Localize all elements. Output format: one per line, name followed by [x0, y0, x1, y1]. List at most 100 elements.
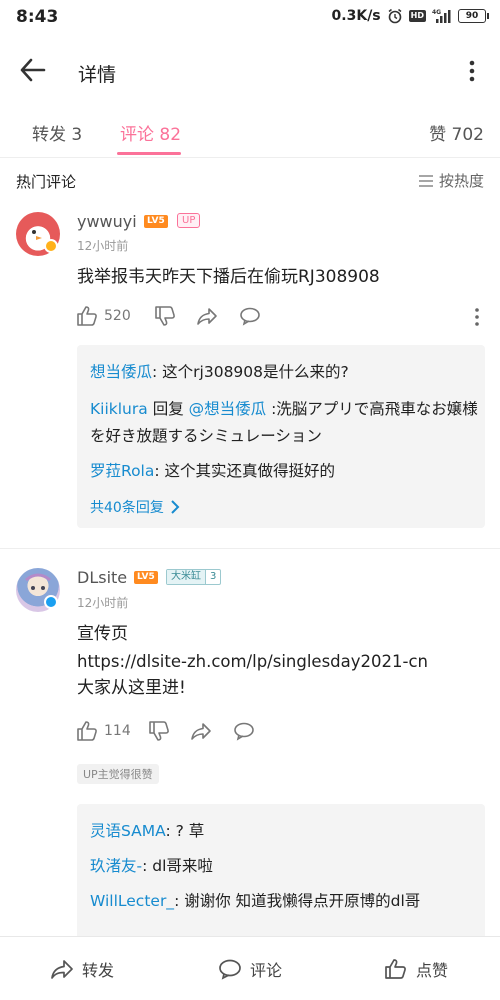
comment-actions: 114 [76, 720, 486, 744]
thumb-down-icon [155, 306, 175, 326]
like-label: 点赞 [416, 961, 449, 980]
comment-button[interactable]: 评论 [218, 957, 282, 981]
reply-item[interactable]: 想当倭瓜: 这个rj308908是什么来的? [90, 359, 480, 386]
reply-username[interactable]: 灵语SAMA [90, 822, 165, 840]
arrow-left-icon [20, 58, 46, 82]
alarm-icon [387, 8, 403, 24]
sort-label: 按热度 [438, 172, 484, 190]
reply-preview-box: 想当倭瓜: 这个rj308908是什么来的? Kiiklura 回复 @想当倭瓜… [77, 345, 485, 528]
reply-username[interactable]: 想当倭瓜 [90, 363, 152, 381]
share-button[interactable] [190, 720, 212, 742]
reply-mention[interactable]: @想当倭瓜 [189, 400, 267, 418]
reply-text: : 这个rj308908是什么来的? [152, 363, 349, 381]
comment-username[interactable]: ywwuyi [77, 212, 137, 231]
verified-badge-icon [44, 239, 58, 253]
top-app-bar: 详情 [0, 40, 500, 100]
reply-item[interactable]: 灵语SAMA: ? 草 [90, 818, 480, 845]
like-count: 114 [104, 723, 131, 739]
reply-item[interactable]: 罗菈Rola: 这个其实还真做得挺好的 [90, 458, 480, 485]
comment-line: 宣传页 [77, 624, 128, 644]
reply-item[interactable]: 玖渚友-: dl哥来啦 [90, 853, 480, 880]
comment-text: 宣传页 https://dlsite-zh.com/lp/singlesday2… [77, 621, 487, 702]
status-icons: 0.3K/s HD 4G 90 [331, 8, 489, 24]
net-speed: 0.3K/s [331, 8, 381, 24]
reply-username[interactable]: 玖渚友- [90, 857, 142, 875]
bottom-action-bar: 转发 评论 点赞 [0, 936, 500, 1000]
dislike-button[interactable] [148, 720, 170, 742]
comment-actions: 520 [76, 305, 486, 329]
level-badge: LV5 [134, 571, 158, 584]
comment-more-button[interactable] [468, 305, 486, 329]
reply-text: : 谢谢你 知道我懒得点开原博的dl哥 [174, 892, 421, 910]
comment-username[interactable]: DLsite [77, 568, 127, 587]
share-icon [197, 308, 217, 325]
forward-button[interactable]: 转发 [50, 957, 114, 981]
share-icon [191, 723, 211, 740]
like-post-button[interactable]: 点赞 [384, 957, 448, 981]
battery-level: 90 [465, 11, 479, 21]
battery-icon: 90 [458, 9, 489, 23]
section-title: 热门评论 [16, 173, 77, 191]
comment-link[interactable]: https://dlsite-zh.com/lp/singlesday2021-… [77, 648, 487, 675]
share-icon [51, 960, 73, 979]
fan-medal-name: 大米缸 [167, 570, 205, 584]
thumb-up-icon [77, 306, 97, 326]
share-button[interactable] [196, 305, 218, 327]
comment-bubble-icon [234, 722, 254, 741]
dislike-button[interactable] [154, 305, 176, 327]
sort-button[interactable]: 按热度 [418, 170, 484, 191]
active-tab-indicator [117, 152, 181, 155]
like-button[interactable]: 520 [76, 305, 131, 327]
fan-medal-level: 3 [205, 570, 220, 584]
reply-preview-box: 灵语SAMA: ? 草 玖渚友-: dl哥来啦 WillLecter_: 谢谢你… [77, 804, 485, 944]
status-bar: 8:43 0.3K/s HD 4G 90 [0, 0, 500, 34]
comment-line: 大家从这里进! [77, 678, 186, 698]
reply-text: : 这个其实还真做得挺好的 [154, 462, 336, 480]
view-all-replies-link[interactable]: 共40条回复 [90, 497, 180, 517]
signal-label: 4G [432, 9, 441, 16]
verified-badge-icon [44, 595, 58, 609]
like-count: 520 [104, 308, 131, 324]
reply-text: : dl哥来啦 [142, 857, 213, 875]
thumb-up-icon [77, 721, 97, 741]
like-button[interactable]: 114 [76, 720, 131, 742]
up-badge: UP [177, 213, 201, 228]
reply-item[interactable]: WillLecter_: 谢谢你 知道我懒得点开原博的dl哥 [90, 888, 480, 915]
reply-button[interactable] [239, 305, 261, 327]
thumb-down-icon [149, 721, 169, 741]
tab-likes[interactable]: 赞 702 [429, 120, 484, 145]
detail-tabs: 转发 3 评论 82 赞 702 [0, 108, 500, 158]
reply-username[interactable]: 罗菈Rola [90, 462, 154, 480]
comment-bubble-icon [219, 959, 241, 980]
tab-comments[interactable]: 评论 82 [120, 120, 181, 145]
reply-username[interactable]: Kiiklura [90, 400, 148, 418]
up-liked-tag: UP主觉得很赞 [77, 764, 159, 784]
signal-icon: 4G [432, 8, 452, 24]
comment-time: 12小时前 [77, 596, 129, 610]
comment-time: 12小时前 [77, 239, 129, 253]
reply-item[interactable]: Kiiklura 回复 @想当倭瓜 :洗脳アプリで高飛車なお嬢様を好き放題するシ… [90, 396, 480, 450]
page-title: 详情 [78, 64, 117, 86]
fan-medal-badge: 大米缸 3 [166, 569, 222, 585]
more-vertical-icon [469, 60, 475, 82]
tab-forward[interactable]: 转发 3 [32, 120, 82, 145]
comment-divider [0, 548, 500, 549]
level-badge: LV5 [144, 215, 168, 228]
status-time: 8:43 [16, 7, 59, 27]
sort-icon [418, 174, 433, 187]
more-vertical-icon [475, 308, 479, 326]
more-replies-label: 共40条回复 [90, 500, 164, 516]
comment-label: 评论 [250, 961, 283, 980]
forward-label: 转发 [82, 961, 115, 980]
reply-username[interactable]: WillLecter_ [90, 892, 174, 910]
chevron-right-icon [171, 500, 180, 514]
comment-text: 我举报韦天昨天下播后在偷玩RJ308908 [77, 267, 380, 287]
back-button[interactable] [18, 56, 48, 84]
reply-button[interactable] [233, 720, 255, 742]
hd-icon: HD [408, 10, 426, 22]
comment-bubble-icon [240, 307, 260, 326]
reply-connector: 回复 [147, 400, 189, 418]
hot-comments-header: 热门评论 按热度 [0, 170, 500, 194]
reply-text: : ? 草 [165, 822, 205, 840]
more-options-button[interactable] [462, 58, 482, 84]
